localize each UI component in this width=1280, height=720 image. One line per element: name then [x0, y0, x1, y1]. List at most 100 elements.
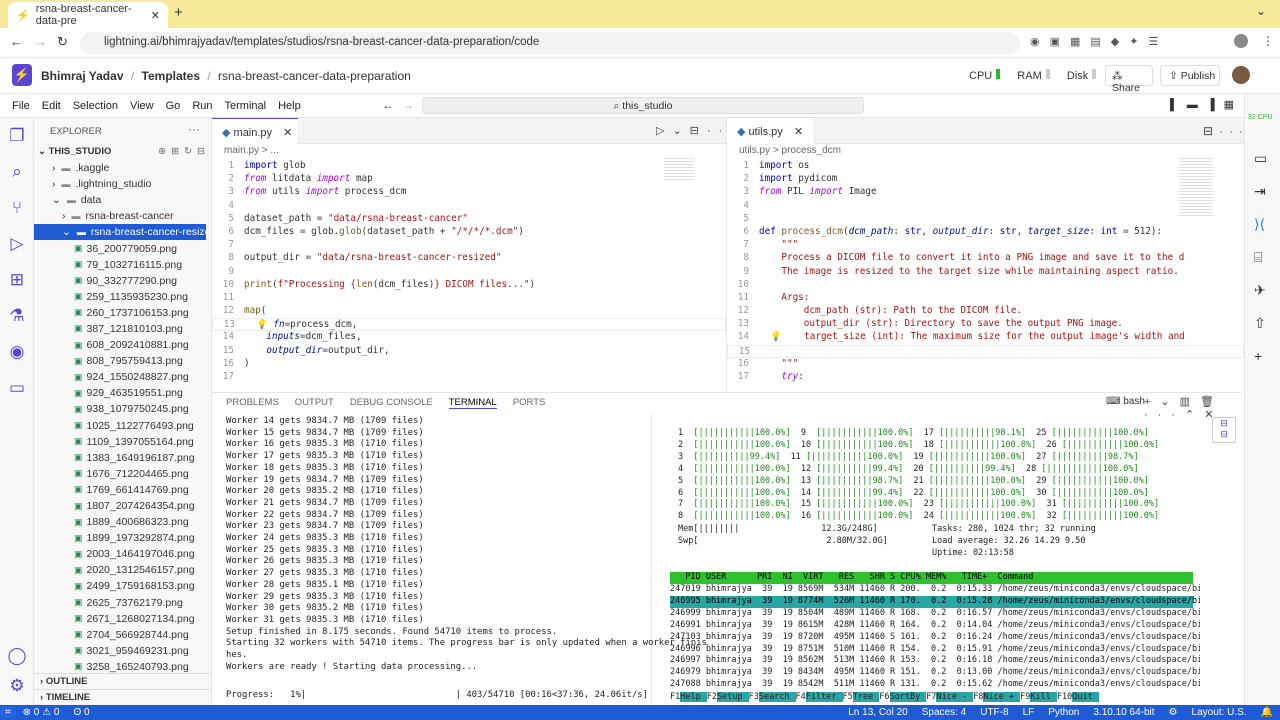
file-item[interactable]: ▣ 2704_566928744.png — [34, 627, 206, 643]
menu-go[interactable]: Go — [160, 96, 187, 116]
command-center-search[interactable]: ⌕ this_studio — [422, 97, 864, 114]
file-item[interactable]: ▣ 1676_712204465.png — [34, 466, 206, 482]
remote-explorer-icon[interactable]: ▭ — [0, 370, 34, 406]
ports-count[interactable]: ʘ 0 — [66, 707, 96, 718]
file-item[interactable]: ▣ 808_795759413.png — [34, 353, 206, 369]
settings-gear-icon[interactable]: ⚙ — [0, 668, 34, 704]
folder-item[interactable]: › ▬ rsna-breast-cancer — [34, 208, 206, 224]
folder-item[interactable]: ⌄ ▬ data — [34, 192, 206, 208]
explorer-actions-icons[interactable]: ⊕⊞↻⊟ — [158, 146, 210, 157]
panel-tab-output[interactable]: OUTPUT — [295, 397, 334, 409]
fkey-f7[interactable]: F7Nice - — [926, 692, 974, 704]
url-input[interactable]: lightning.ai/bhimrajyadav/templates/stud… — [80, 32, 1020, 54]
menu-file[interactable]: File — [6, 96, 36, 116]
file-item[interactable]: ▣ 608_2092410881.png — [34, 337, 206, 353]
process-row[interactable]: 246996 bhimrajya 39 19 8751M 510M 11460 … — [670, 644, 1200, 656]
more-actions-icon[interactable]: ··· — [188, 122, 200, 136]
nav-back-icon[interactable]: ← — [382, 98, 394, 112]
file-item[interactable]: ▣ 3021_959469231.png — [34, 643, 206, 659]
terminal-shell-selector[interactable]: ⌨ bash — [1106, 396, 1145, 407]
process-row[interactable]: 246995 bhimrajya 39 19 8774M 526M 11460 … — [670, 595, 1200, 608]
process-row[interactable]: 247088 bhimrajya 39 19 8542M 511M 11460 … — [670, 679, 1200, 691]
process-row[interactable]: 246991 bhimrajya 39 19 8615M 428M 11460 … — [670, 620, 1200, 632]
panel-tab-terminal[interactable]: TERMINAL — [448, 397, 497, 409]
folder-item[interactable]: › ▬ .kaggle — [34, 160, 206, 176]
fkey-f3[interactable]: F3Search — [749, 692, 796, 704]
minimap[interactable] — [664, 158, 694, 182]
file-item[interactable]: ▣ 387_121810103.png — [34, 321, 206, 337]
outline-section[interactable]: › OUTLINE — [34, 673, 212, 689]
file-item[interactable]: ▣ 2020_1312546157.png — [34, 562, 206, 578]
publish-button[interactable]: ⇪ Publish — [1160, 65, 1220, 86]
tab-utils-py[interactable]: ◆ utils.py ✕ — [727, 118, 813, 144]
layout-toggle-icons[interactable]: ▌▬▐▦ — [1170, 98, 1243, 111]
reload-icon[interactable]: ↻ — [57, 34, 68, 50]
lightning-logo-icon[interactable]: ⚡ — [12, 64, 32, 86]
profile-avatar[interactable] — [1234, 34, 1248, 48]
encoding[interactable]: UTF-8 — [973, 707, 1015, 718]
remote-indicator[interactable]: ⌗ — [0, 707, 16, 718]
file-item[interactable]: ▣ 2003_1464197046.png — [34, 546, 206, 562]
panel-tab-debug-console[interactable]: DEBUG CONSOLE — [350, 397, 433, 409]
file-item[interactable]: ▣ 90_332777290.png — [34, 273, 206, 289]
share-button[interactable]: ⁂ Share — [1105, 65, 1153, 94]
extensions-icon[interactable]: ⊞ — [0, 262, 34, 298]
file-item[interactable]: ▣ 2625_73762179.png — [34, 595, 206, 611]
terminal-right-htop[interactable]: 1 [|||||||||||100.0%] 9 [|||||||||||100.… — [670, 413, 1200, 706]
fkey-f4[interactable]: F4Filter — [796, 692, 843, 704]
file-item[interactable]: ▣ 1769_661414769.png — [34, 482, 206, 498]
forward-icon[interactable]: → — [34, 34, 47, 49]
file-item[interactable]: ▣ 1807_2074264354.png — [34, 498, 206, 514]
problems-count[interactable]: ⊗ 0 ⚠ 0 — [16, 707, 67, 718]
run-debug-icon[interactable]: ▷ — [0, 226, 34, 262]
menu-run[interactable]: Run — [186, 96, 218, 116]
search-icon[interactable]: ⌕ — [0, 154, 34, 190]
nav-forward-icon[interactable]: → — [402, 98, 414, 112]
source-control-icon[interactable]: ⑂ — [0, 190, 34, 226]
file-item[interactable]: ▣ 1109_1397055164.png — [34, 434, 206, 450]
file-item[interactable]: ▣ 259_1135935230.png — [34, 289, 206, 305]
process-row[interactable]: 246997 bhimrajya 39 19 8562M 513M 11460 … — [670, 655, 1200, 667]
fkey-f6[interactable]: F6SortBy — [879, 692, 927, 704]
new-tab-icon[interactable]: + — [174, 4, 183, 21]
file-item[interactable]: ▣ 1899_1973292874.png — [34, 530, 206, 546]
close-tab-icon[interactable]: ✕ — [151, 9, 160, 22]
process-row[interactable]: 246999 bhimrajya 39 19 8504M 489M 11460 … — [670, 608, 1200, 620]
process-row[interactable]: 247019 bhimrajya 39 19 8569M 534M 11460 … — [670, 584, 1200, 596]
language-mode[interactable]: Python — [1041, 707, 1086, 718]
more-icon[interactable]: ⋮ — [1262, 34, 1274, 48]
resource-indicators[interactable]: CPU RAM Disk — [969, 69, 1097, 82]
explorer-icon[interactable]: ❐ — [0, 118, 34, 154]
folder-item[interactable]: ⌄ ▬ rsna-breast-cancer-resize... — [34, 224, 206, 241]
browser-tab[interactable]: ⚡ rsna-breast-cancer-data-pre ✕ — [8, 2, 168, 28]
terminal-left[interactable]: Worker 14 gets 9834.7 MB (1709 files) Wor… — [212, 413, 707, 706]
file-item[interactable]: ▣ 929_463519551.png — [34, 385, 206, 401]
fkey-f8[interactable]: F8Nice + — [973, 692, 1021, 704]
fkey-f1[interactable]: F1Help — [670, 692, 707, 704]
avatar[interactable] — [1232, 66, 1250, 84]
process-row[interactable]: 246979 bhimrajya 39 19 8434M 495M 11460 … — [670, 667, 1200, 679]
menu-terminal[interactable]: Terminal — [219, 96, 273, 116]
code-area-utils[interactable]: 1 import os 2 import pydicom 3 from PIL impor… — [727, 158, 1244, 384]
fkey-f10[interactable]: F10Quit — [1057, 692, 1099, 704]
chevron-down-icon[interactable]: ⌄ — [1256, 4, 1266, 18]
testing-icon[interactable]: ⚗ — [0, 298, 34, 334]
notification-icon[interactable]: ⚙ — [1162, 707, 1185, 718]
user-link[interactable]: Bhimraj Yadav — [41, 69, 124, 83]
menu-help[interactable]: Help — [272, 96, 307, 116]
minimap[interactable] — [1179, 158, 1213, 218]
file-item[interactable]: ▣ 79_1032716115.png — [34, 257, 206, 273]
file-item[interactable]: ▣ 1383_1649196187.png — [34, 450, 206, 466]
panel-tab-problems[interactable]: PROBLEMS — [226, 397, 279, 409]
indentation[interactable]: Spaces: 4 — [915, 707, 973, 718]
github-icon[interactable]: ◉ — [0, 334, 34, 370]
menu-selection[interactable]: Selection — [67, 96, 124, 116]
file-item[interactable]: ▣ 36_200779059.png — [34, 240, 206, 256]
back-icon[interactable]: ← — [10, 34, 23, 49]
templates-link[interactable]: Templates — [142, 69, 200, 83]
file-item[interactable]: ▣ 924_1550248827.png — [34, 369, 206, 385]
file-item[interactable]: ▣ 2499_1759168153.png — [34, 578, 206, 594]
workspace-root[interactable]: ⌄ THIS_STUDIO ⊕⊞↻⊟ — [38, 146, 210, 157]
cursor-position[interactable]: Ln 13, Col 20 — [841, 707, 915, 718]
file-item[interactable]: ▣ 938_1079750245.png — [34, 401, 206, 417]
